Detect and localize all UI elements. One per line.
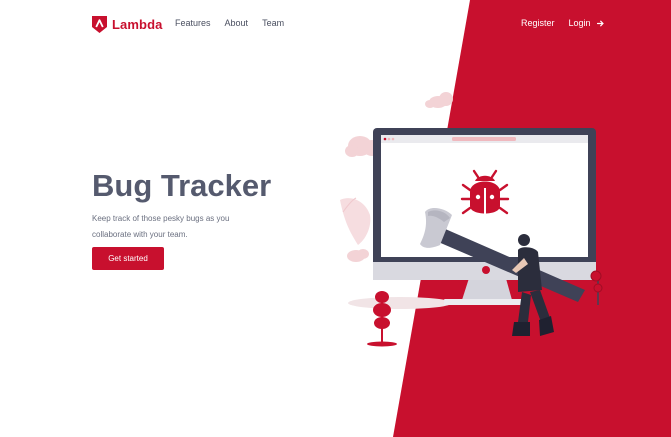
lambda-logo-icon [92,15,107,33]
cloud-decoration-small [347,249,369,262]
top-navigation: Lambda Features About Team Register Logi… [0,0,671,48]
nav-link-team[interactable]: Team [262,18,284,28]
plant-decoration-right [590,270,603,305]
cloud-decoration [425,92,453,108]
nav-link-about[interactable]: About [225,18,249,28]
nav-link-features[interactable]: Features [175,18,211,28]
arrow-right-icon [596,20,604,26]
logo[interactable]: Lambda [92,15,162,33]
auth-links: Register Login [521,18,604,28]
login-link[interactable]: Login [569,18,604,28]
brand-name: Lambda [112,16,163,32]
floor-shadow [348,297,452,309]
bug-tracker-illustration [340,92,603,347]
hero-title: Bug Tracker [92,168,272,203]
hero-description: Keep track of those pesky bugs as you co… [92,214,230,239]
nav-links: Features About Team [175,18,284,28]
monitor [373,128,596,305]
register-link[interactable]: Register [521,18,555,28]
plant-decoration [340,197,371,245]
get-started-button[interactable]: Get started [92,247,164,270]
login-label: Login [568,18,591,28]
